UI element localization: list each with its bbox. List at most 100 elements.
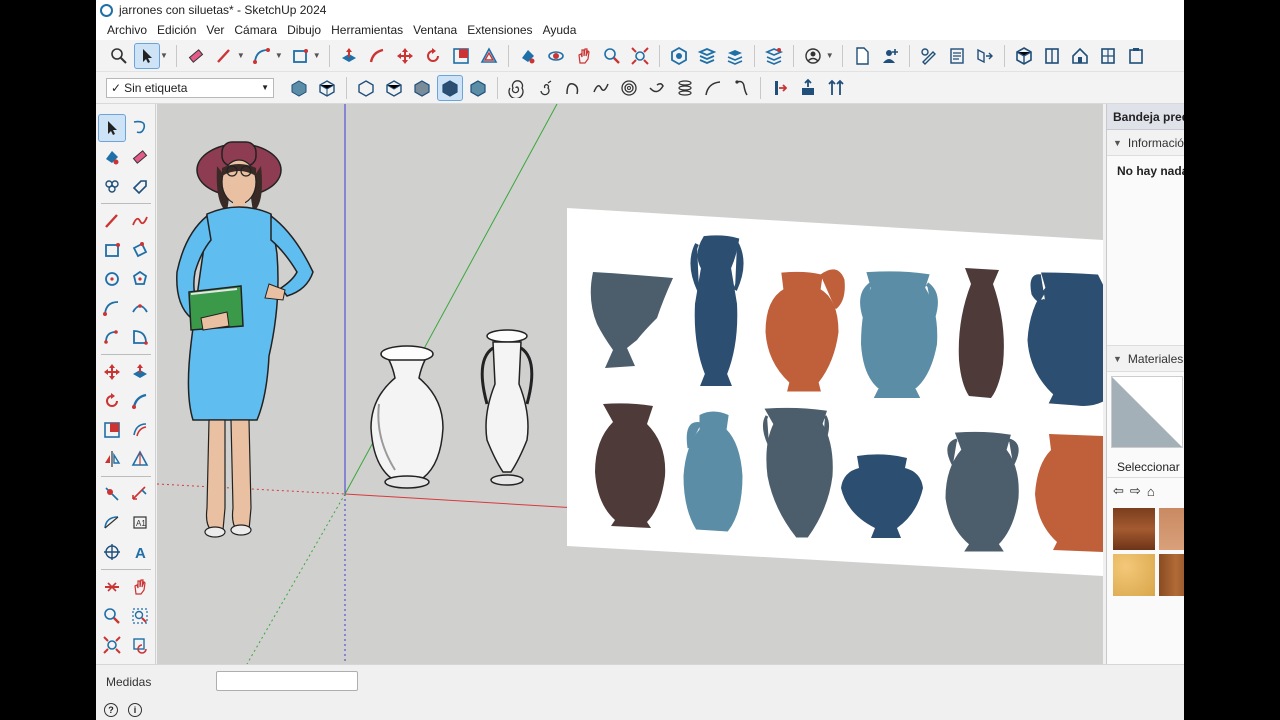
door-icon[interactable] [1039,43,1065,69]
scene-canvas[interactable] [157,104,1103,664]
paint-bucket-icon[interactable] [98,143,126,171]
eraser-tool-icon[interactable] [126,143,154,171]
paint-icon[interactable] [515,43,541,69]
white-vase-model[interactable] [370,345,444,489]
spiral-3-icon[interactable] [616,75,642,101]
rotated-rectangle-icon[interactable] [126,236,154,264]
pie-tool-icon[interactable] [126,323,154,351]
wave-icon[interactable] [588,75,614,101]
scale-icon[interactable] [448,43,474,69]
account-icon[interactable] [800,43,826,69]
front-view-icon[interactable] [353,75,379,101]
dimension-icon[interactable] [126,480,154,508]
distribute-icon[interactable] [823,75,849,101]
section-icon[interactable] [972,43,998,69]
tape-measure-icon[interactable] [98,480,126,508]
offset-icon[interactable] [476,43,502,69]
rotate-icon[interactable] [420,43,446,69]
push-pull-icon[interactable] [336,43,362,69]
push-pull-tool-icon[interactable] [126,358,154,386]
components-icon[interactable] [98,172,126,200]
rotate-tool-icon[interactable] [98,387,126,415]
pan-tool-icon[interactable] [126,573,154,601]
two-point-arc-icon[interactable] [126,294,154,322]
info-icon[interactable]: i [128,703,142,717]
component-icon[interactable] [1011,43,1037,69]
section-plane-icon[interactable] [98,573,126,601]
white-amphora-model[interactable] [480,329,534,486]
eraser-icon[interactable] [183,43,209,69]
arc-dropdown-caret[interactable]: ▼ [275,51,283,60]
woman-silhouette[interactable] [176,141,314,538]
pan-icon[interactable] [571,43,597,69]
align-icon[interactable] [767,75,793,101]
tray-title[interactable]: Bandeja predeterminada [1107,104,1184,130]
text-icon[interactable] [944,43,970,69]
pencil-dropdown-caret[interactable]: ▼ [237,51,245,60]
cabinet-icon[interactable] [1123,43,1149,69]
zoom-extents-tool-icon[interactable] [98,631,126,659]
menu-ventana[interactable]: Ventana [408,23,462,37]
zoom-icon[interactable] [599,43,625,69]
material-swatch-wood-light[interactable] [1159,508,1184,550]
current-material-swatch[interactable] [1111,376,1183,448]
bottom-view-icon[interactable] [465,75,491,101]
previous-view-icon[interactable] [126,631,154,659]
home-icon[interactable]: ⌂ [1147,484,1155,499]
axes-tool-icon[interactable] [98,538,126,566]
vase-silhouettes-image[interactable] [567,208,1103,576]
drawing-viewport[interactable] [157,104,1103,664]
hook-icon[interactable] [728,75,754,101]
rectangle-dropdown-caret[interactable]: ▼ [313,51,321,60]
menu-dibujo[interactable]: Dibujo [282,23,326,37]
select-icon[interactable] [134,42,160,69]
text-tool-icon[interactable]: A1 [126,509,154,537]
zoom-extents-icon[interactable] [627,43,653,69]
scale-tool-icon[interactable] [98,416,126,444]
polygon-tool-icon[interactable] [126,265,154,293]
follow-me-icon[interactable] [364,43,390,69]
helix-icon[interactable] [672,75,698,101]
menu-ayuda[interactable]: Ayuda [538,23,582,37]
rectangle-tool-icon[interactable] [98,236,126,264]
pencil-icon[interactable] [211,43,237,69]
3d-text-icon[interactable]: A [126,538,154,566]
entity-info-panel-header[interactable]: ▼ Información de la entidad [1107,130,1184,156]
follow-me-tool-icon[interactable] [126,387,154,415]
zoom-window-icon[interactable] [126,602,154,630]
freehand-icon[interactable] [126,207,154,235]
tag-selector[interactable]: ✓ Sin etiqueta ▼ [106,77,274,98]
raise-icon[interactable] [795,75,821,101]
iso-view-icon[interactable] [286,75,312,101]
extension-manager-icon[interactable] [761,43,787,69]
layout-icon[interactable] [722,43,748,69]
arc-curve-icon[interactable] [700,75,726,101]
left-view-icon[interactable] [437,74,463,101]
forward-arrow-icon[interactable]: ⇨ [1130,483,1141,499]
flip-tool-icon[interactable] [98,445,126,473]
menu-edicion[interactable]: Edición [152,23,201,37]
tag-tool-icon[interactable] [126,172,154,200]
search-icon[interactable] [106,43,132,69]
warehouse-icon[interactable] [666,43,692,69]
menu-camara[interactable]: Cámara [229,23,282,37]
house-icon[interactable] [1067,43,1093,69]
three-point-arc-icon[interactable] [98,323,126,351]
material-swatch-cork[interactable] [1113,554,1155,596]
menu-extensiones[interactable]: Extensiones [462,23,537,37]
back-arrow-icon[interactable]: ⇦ [1113,483,1124,499]
line-tool-icon[interactable] [98,207,126,235]
new-file-icon[interactable] [849,43,875,69]
materials-select-tab[interactable]: Seleccionar [1107,456,1184,478]
material-swatch-wood-dark[interactable] [1113,508,1155,550]
right-view-icon[interactable] [381,75,407,101]
material-swatch-wood-grain[interactable] [1159,554,1184,596]
circle-tool-icon[interactable] [98,265,126,293]
spiral-2-icon[interactable] [532,75,558,101]
extension-warehouse-icon[interactable] [694,43,720,69]
tape-icon[interactable] [916,43,942,69]
add-user-icon[interactable] [877,43,903,69]
menu-archivo[interactable]: Archivo [102,23,152,37]
account-dropdown-caret[interactable]: ▼ [826,51,834,60]
menu-ver[interactable]: Ver [201,23,229,37]
